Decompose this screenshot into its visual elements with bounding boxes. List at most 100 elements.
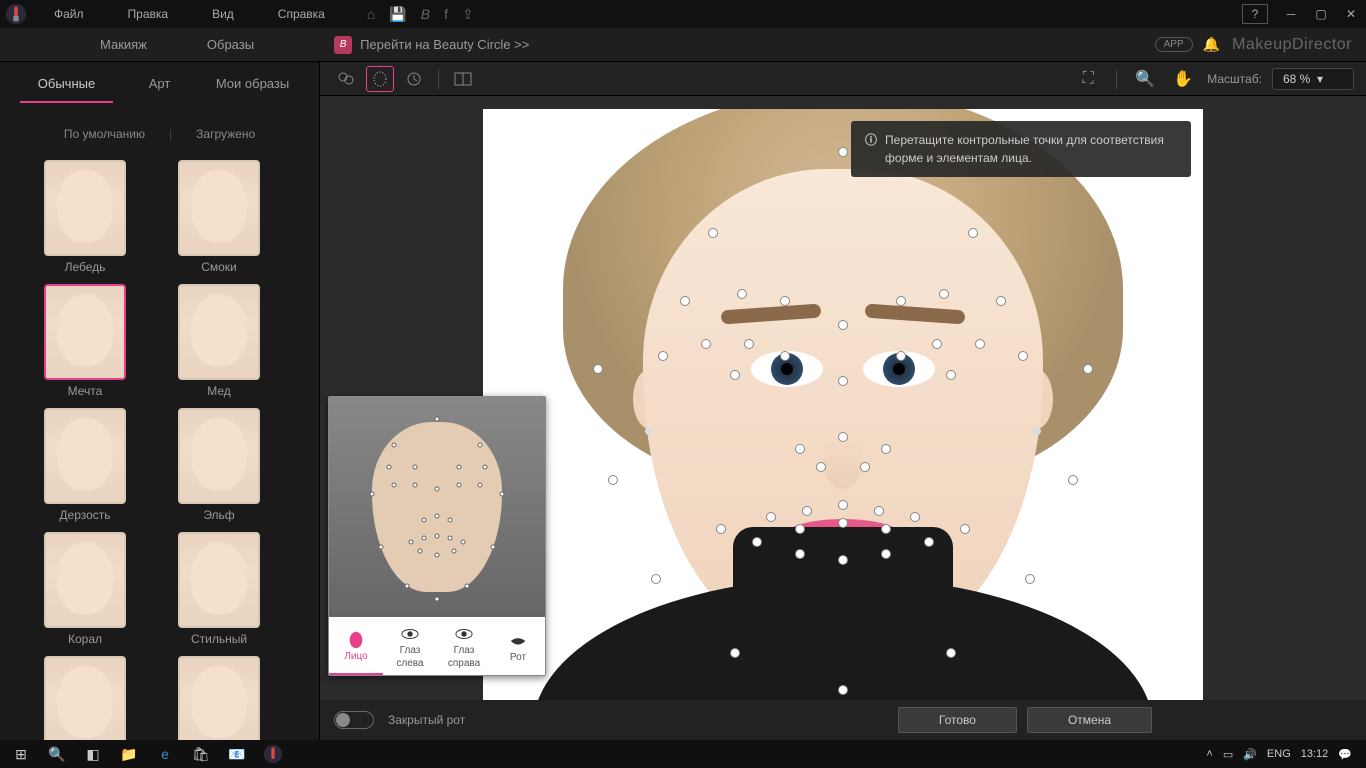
canvas[interactable]: ⓘ Перетащите контрольные точки для соотв… [320,96,1366,740]
control-point[interactable] [802,506,812,516]
mini-control-point[interactable] [378,544,383,549]
share-icon[interactable]: ⇪ [462,6,474,23]
explorer-icon[interactable]: 📁 [112,741,146,767]
close-button[interactable]: ✕ [1336,0,1366,28]
control-point[interactable] [910,512,920,522]
control-point[interactable] [780,351,790,361]
control-point[interactable] [1025,574,1035,584]
mini-control-point[interactable] [370,491,375,496]
filter-downloaded[interactable]: Загружено [172,127,279,141]
mini-control-point[interactable] [482,465,487,470]
mini-control-point[interactable] [435,513,440,518]
mode-looks[interactable]: Образы [177,28,284,62]
mini-control-point[interactable] [409,540,414,545]
control-point[interactable] [708,228,718,238]
control-point[interactable] [795,524,805,534]
control-point[interactable] [1083,364,1093,374]
control-point[interactable] [744,339,754,349]
tool-multi-face[interactable] [332,66,360,92]
mini-control-point[interactable] [460,540,465,545]
control-point[interactable] [838,500,848,510]
control-point[interactable] [932,339,942,349]
control-point[interactable] [946,648,956,658]
store-icon[interactable]: 🛍 [184,741,218,767]
tool-compare[interactable] [449,66,477,92]
control-point[interactable] [838,320,848,330]
mini-control-point[interactable] [456,483,461,488]
mini-control-point[interactable] [422,518,427,523]
mini-control-point[interactable] [491,544,496,549]
preset-item[interactable]: Мечта [30,284,140,398]
mini-control-point[interactable] [387,465,392,470]
minimize-button[interactable]: ─ [1276,0,1306,28]
preset-item[interactable]: Рокер [30,656,140,740]
done-button[interactable]: Готово [898,707,1017,733]
control-point[interactable] [881,444,891,454]
task-view-icon[interactable]: ◧ [76,741,110,767]
tray-lang[interactable]: ENG [1267,748,1291,760]
tool-pan[interactable]: ✋ [1169,66,1197,92]
control-point[interactable] [896,351,906,361]
control-point[interactable] [680,296,690,306]
tool-face-points[interactable] [366,66,394,92]
home-icon[interactable]: ⌂ [367,6,375,22]
facebook-icon[interactable]: f [444,6,448,22]
control-point[interactable] [737,289,747,299]
control-point[interactable] [838,518,848,528]
tool-history[interactable] [400,66,428,92]
mini-control-point[interactable] [435,417,440,422]
preset-item[interactable]: Корал [30,532,140,646]
save-icon[interactable]: 💾 [389,6,406,23]
app-taskbar-icon[interactable] [256,741,290,767]
mini-control-point[interactable] [478,443,483,448]
tray-time[interactable]: 13:12 [1301,748,1329,760]
tray-notifications-icon[interactable]: 💬 [1338,748,1352,761]
menu-help[interactable]: Справка [256,0,347,28]
control-point[interactable] [795,444,805,454]
control-point[interactable] [838,685,848,695]
sidebar-tab-normal[interactable]: Обычные [20,66,113,103]
app-badge[interactable]: APP [1155,37,1193,52]
mini-control-point[interactable] [435,487,440,492]
mini-control-point[interactable] [435,553,440,558]
zoom-select[interactable]: 68 % ▾ [1272,68,1354,90]
control-point[interactable] [651,574,661,584]
tray-volume-icon[interactable]: 🔊 [1243,748,1257,761]
tray-network-icon[interactable]: ▭ [1223,748,1233,761]
mini-control-point[interactable] [447,535,452,540]
control-point[interactable] [766,512,776,522]
control-point[interactable] [716,524,726,534]
mini-control-point[interactable] [391,443,396,448]
control-point[interactable] [658,351,668,361]
sidebar-tab-art[interactable]: Арт [113,66,206,103]
mini-control-point[interactable] [404,584,409,589]
control-point[interactable] [838,376,848,386]
control-point[interactable] [608,475,618,485]
notifications-icon[interactable]: 🔔 [1203,36,1220,53]
mini-control-point[interactable] [413,483,418,488]
control-point[interactable] [996,296,1006,306]
control-point[interactable] [838,147,848,157]
mini-control-point[interactable] [456,465,461,470]
mini-control-point[interactable] [413,465,418,470]
mini-control-point[interactable] [435,597,440,602]
control-point[interactable] [780,296,790,306]
mini-control-point[interactable] [447,518,452,523]
mini-tab-left-eye[interactable]: Глазслева [383,617,437,675]
control-point[interactable] [860,462,870,472]
menu-file[interactable]: Файл [32,0,106,28]
mail-icon[interactable]: 📧 [220,741,254,767]
control-point[interactable] [939,289,949,299]
bc-icon[interactable]: B [421,6,430,22]
control-point[interactable] [946,370,956,380]
mini-control-point[interactable] [452,549,457,554]
preset-item[interactable]: Мед [164,284,274,398]
control-point[interactable] [881,549,891,559]
mini-tab-right-eye[interactable]: Глазсправа [437,617,491,675]
control-point[interactable] [1018,351,1028,361]
mini-control-point[interactable] [422,535,427,540]
control-point[interactable] [593,364,603,374]
mode-makeup[interactable]: Макияж [70,28,177,62]
control-point[interactable] [730,648,740,658]
help-button[interactable]: ? [1242,4,1268,24]
